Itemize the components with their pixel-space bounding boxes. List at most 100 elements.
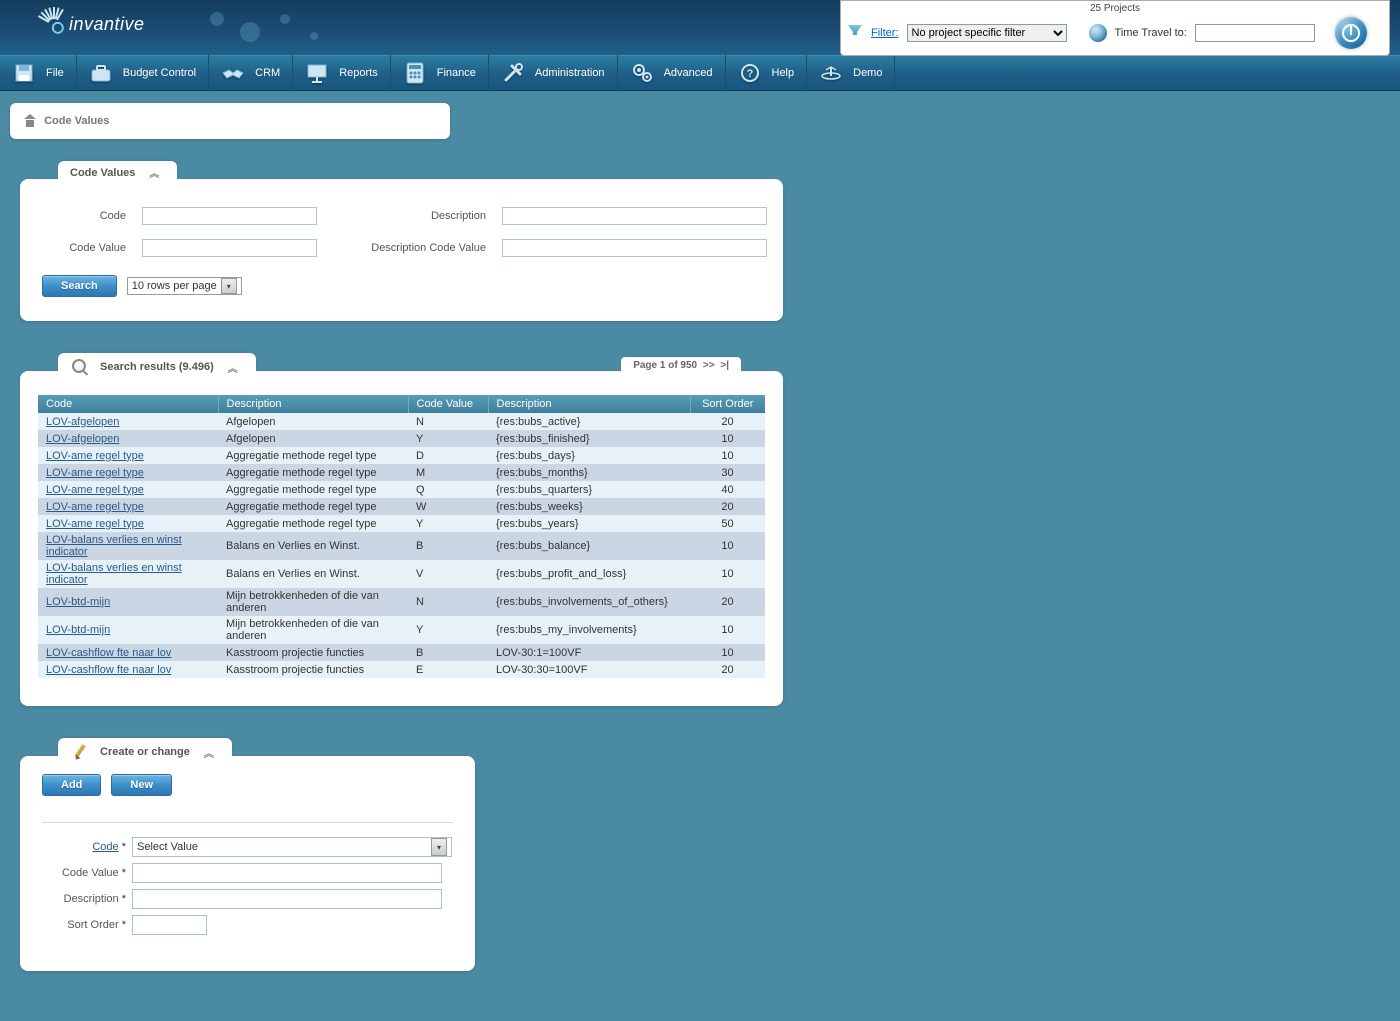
table-row[interactable]: LOV-btd-mijnMijn betrokkenheden of die v… (38, 616, 765, 644)
col-description2[interactable]: Description (488, 395, 690, 413)
codevalue-field[interactable] (132, 863, 442, 883)
code-link[interactable]: LOV-ame regel type (46, 518, 144, 530)
description-label: Description (332, 210, 492, 222)
create-panel: Create or change ︽ Add New Code * Select… (20, 756, 475, 971)
col-description[interactable]: Description (218, 395, 408, 413)
cell-description: Kasstroom projectie functies (218, 644, 408, 661)
codevalue-field-label: Code Value * (42, 867, 132, 879)
collapse-icon[interactable]: ︽ (228, 360, 238, 375)
code-link[interactable]: LOV-ame regel type (46, 450, 144, 462)
menu-reports[interactable]: Reports (293, 55, 391, 91)
cell-codevalue: N (408, 588, 488, 616)
cell-code: LOV-ame regel type (38, 498, 218, 515)
code-input[interactable] (142, 207, 317, 225)
col-sortorder[interactable]: Sort Order (690, 395, 765, 413)
gears-icon (630, 62, 654, 84)
rows-per-page-select[interactable]: 10 rows per page ▾ (127, 277, 242, 295)
code-link[interactable]: LOV-afgelopen (46, 416, 119, 428)
desc-cv-input[interactable] (502, 239, 767, 257)
pager-next[interactable]: >> (703, 360, 715, 371)
cell-description2: {res:bubs_weeks} (488, 498, 690, 515)
menu-crm[interactable]: CRM (209, 55, 293, 91)
pager-text: Page 1 of 950 (633, 360, 697, 371)
menu-demo[interactable]: Demo (807, 55, 895, 91)
code-select[interactable]: Select Value ▾ (132, 837, 452, 857)
tools-icon (501, 62, 525, 84)
cell-description: Aggregatie methode regel type (218, 515, 408, 532)
menu-label: Administration (535, 67, 605, 79)
code-link[interactable]: LOV-cashflow fte naar lov (46, 647, 171, 659)
table-row[interactable]: LOV-ame regel typeAggregatie methode reg… (38, 481, 765, 498)
code-link[interactable]: LOV-afgelopen (46, 433, 119, 445)
menu-label: Reports (339, 67, 378, 79)
code-link[interactable]: LOV-btd-mijn (46, 596, 110, 608)
collapse-icon[interactable]: ︽ (149, 165, 159, 180)
cell-sortorder: 50 (690, 515, 765, 532)
code-link[interactable]: LOV-ame regel type (46, 501, 144, 513)
logo-burst-icon (35, 5, 73, 43)
table-row[interactable]: LOV-cashflow fte naar lov Kasstroom proje… (38, 644, 765, 661)
header-top: invantive 25 Projects Filter No project … (0, 0, 1400, 55)
search-button[interactable]: Search (42, 275, 117, 297)
table-row[interactable]: LOV-balans verlies en winst indicator Bal… (38, 532, 765, 560)
handshake-icon (221, 62, 245, 84)
filter-label[interactable]: Filter (871, 27, 899, 39)
cell-description2: {res:bubs_quarters} (488, 481, 690, 498)
description-input[interactable] (502, 207, 767, 225)
description-field[interactable] (132, 889, 442, 909)
menu-budget-control[interactable]: Budget Control (77, 55, 209, 91)
codevalue-input[interactable] (142, 239, 317, 257)
new-button[interactable]: New (111, 774, 172, 796)
menubar: File Budget Control CRM Reports Finance … (0, 55, 1400, 91)
menu-administration[interactable]: Administration (489, 55, 618, 91)
menu-help[interactable]: ? Help (726, 55, 808, 91)
table-row[interactable]: LOV-ame regel type Aggregatie methode reg… (38, 515, 765, 532)
collapse-icon[interactable]: ︽ (204, 745, 214, 760)
col-code[interactable]: Code (38, 395, 218, 413)
cell-sortorder: 20 (690, 498, 765, 515)
pager-last[interactable]: >| (720, 360, 729, 371)
sortorder-field[interactable] (132, 915, 207, 935)
search-panel-title: Code Values (70, 167, 135, 179)
help-icon: ? (738, 62, 762, 84)
cell-code: LOV-cashflow fte naar lov (38, 661, 218, 678)
results-panel-title: Search results (9.496) (100, 361, 214, 373)
cell-sortorder: 10 (690, 644, 765, 661)
col-codevalue[interactable]: Code Value (408, 395, 488, 413)
time-travel-input[interactable] (1195, 24, 1315, 42)
cell-description: Balans en Verlies en Winst. (218, 532, 408, 560)
menu-file[interactable]: File (0, 55, 77, 91)
cell-sortorder: 10 (690, 447, 765, 464)
code-link[interactable]: LOV-balans verlies en winst indicator (46, 534, 182, 558)
cell-sortorder: 30 (690, 464, 765, 481)
calculator-icon (403, 62, 427, 84)
cell-sortorder: 10 (690, 560, 765, 588)
header-toolbar: 25 Projects Filter No project specific f… (840, 0, 1390, 56)
cell-codevalue: M (408, 464, 488, 481)
code-link[interactable]: LOV-balans verlies en winst indicator (46, 562, 182, 586)
code-link[interactable]: Code (92, 841, 118, 853)
table-row[interactable]: LOV-ame regel typeAggregatie methode reg… (38, 447, 765, 464)
menu-advanced[interactable]: Advanced (618, 55, 726, 91)
table-row[interactable]: LOV-balans verlies en winst indicatorBal… (38, 560, 765, 588)
home-icon[interactable] (24, 115, 36, 127)
code-link[interactable]: LOV-cashflow fte naar lov (46, 664, 171, 676)
form-row-description: Description * (42, 889, 453, 909)
code-label: Code (42, 210, 132, 222)
chevron-down-icon: ▾ (431, 838, 447, 856)
code-link[interactable]: LOV-ame regel type (46, 484, 144, 496)
pencil-icon (70, 742, 90, 762)
power-button[interactable] (1335, 17, 1367, 49)
menu-finance[interactable]: Finance (391, 55, 489, 91)
table-row[interactable]: LOV-btd-mijnMijn betrokkenheden of die v… (38, 588, 765, 616)
cell-description: Aggregatie methode regel type (218, 464, 408, 481)
table-row[interactable]: LOV-ame regel type Aggregatie methode reg… (38, 464, 765, 481)
code-link[interactable]: LOV-btd-mijn (46, 624, 110, 636)
table-row[interactable]: LOV-afgelopenAfgelopenN{res:bubs_active}… (38, 413, 765, 430)
table-row[interactable]: LOV-ame regel typeAggregatie methode reg… (38, 498, 765, 515)
table-row[interactable]: LOV-cashflow fte naar lovKasstroom proje… (38, 661, 765, 678)
add-button[interactable]: Add (42, 774, 101, 796)
table-row[interactable]: LOV-afgelopenAfgelopenY{res:bubs_finishe… (38, 430, 765, 447)
code-link[interactable]: LOV-ame regel type (46, 467, 144, 479)
project-filter-select[interactable]: No project specific filter (907, 24, 1067, 42)
